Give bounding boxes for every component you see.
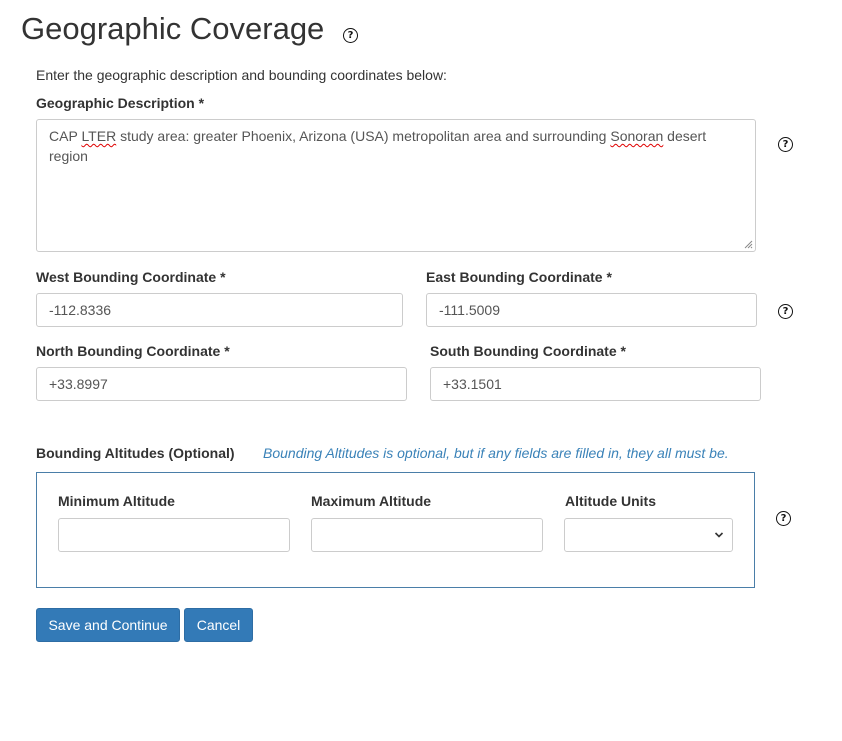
max-altitude-input[interactable] (311, 518, 543, 552)
question-circle-icon[interactable]: ? (343, 28, 358, 43)
question-circle-icon[interactable]: ? (776, 511, 791, 526)
question-circle-icon[interactable]: ? (778, 137, 793, 152)
west-coordinate-label: West Bounding Coordinate * (36, 269, 226, 285)
resize-grip-icon[interactable] (744, 240, 753, 249)
save-continue-button[interactable]: Save and Continue (36, 608, 180, 642)
east-coordinate-input[interactable]: -111.5009 (426, 293, 757, 327)
max-altitude-label: Maximum Altitude (311, 493, 432, 509)
geo-description-text-part: LTER (81, 128, 117, 144)
min-altitude-input[interactable] (58, 518, 290, 552)
west-coordinate-input[interactable]: -112.8336 (36, 293, 403, 327)
geo-description-text-part: CAP (49, 128, 82, 144)
geo-description-text-part: Sonoran (610, 128, 664, 144)
east-coordinate-label: East Bounding Coordinate * (426, 269, 612, 285)
bounding-altitudes-note: Bounding Altitudes is optional, but if a… (263, 445, 729, 461)
intro-text: Enter the geographic description and bou… (36, 67, 447, 83)
geo-description-text-part: study area: greater Phoenix, Arizona (US… (116, 128, 611, 144)
north-coordinate-label: North Bounding Coordinate * (36, 343, 230, 359)
geo-description-label: Geographic Description * (36, 95, 205, 111)
chevron-down-icon (714, 532, 724, 538)
question-circle-icon[interactable]: ? (778, 304, 793, 319)
min-altitude-label: Minimum Altitude (58, 493, 175, 509)
bounding-altitudes-fieldset: Minimum Altitude Maximum Altitude Altitu… (36, 472, 755, 588)
bounding-altitudes-label: Bounding Altitudes (Optional) (36, 445, 235, 461)
page-title: Geographic Coverage (21, 11, 325, 46)
south-coordinate-input[interactable]: +33.1501 (430, 367, 761, 401)
altitude-units-select[interactable] (564, 518, 733, 552)
altitude-units-label: Altitude Units (565, 493, 656, 509)
cancel-button[interactable]: Cancel (184, 608, 253, 642)
geo-description-textarea[interactable]: CAP LTER study area: greater Phoenix, Ar… (36, 119, 756, 252)
south-coordinate-label: South Bounding Coordinate * (430, 343, 626, 359)
north-coordinate-input[interactable]: +33.8997 (36, 367, 407, 401)
